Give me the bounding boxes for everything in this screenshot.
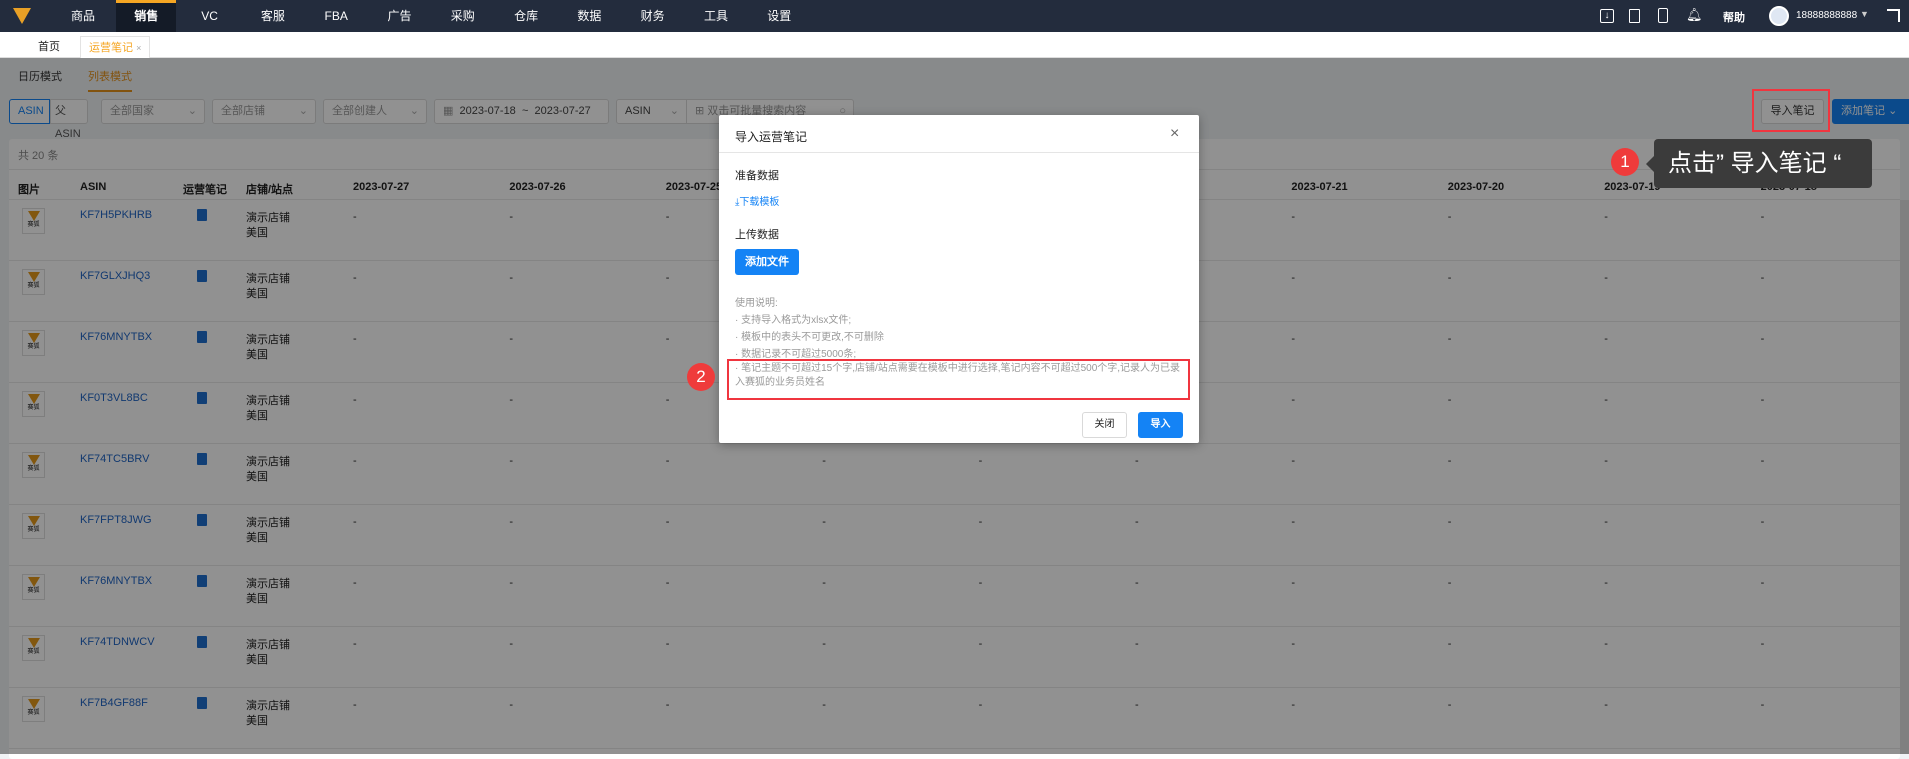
instruction-line: · 支持导入格式为xlsx文件; [735,315,852,326]
upload-data-heading: 上传数据 [735,229,779,241]
page-tabs: 首页 运营笔记 × [0,32,1909,58]
nav-item[interactable]: 商品 [53,0,113,32]
annotation-box-instructions [727,359,1190,400]
tab-operation-notes[interactable]: 运营笔记 × [80,36,151,58]
nav-item[interactable]: 设置 [749,0,809,32]
step-2-badge: 2 [687,363,715,391]
close-icon[interactable]: × [1170,125,1179,143]
prepare-data-heading: 准备数据 [735,170,779,182]
import-button[interactable]: 导入 [1138,412,1183,438]
tab-label: 运营笔记 [89,42,133,54]
instructions-title: 使用说明: [735,298,778,309]
fullscreen-icon[interactable] [1887,9,1900,22]
nav-item[interactable]: 工具 [686,0,746,32]
mobile-icon[interactable] [1658,8,1668,23]
nav-item[interactable]: 采购 [433,0,493,32]
note-add-icon[interactable] [1629,9,1640,23]
help-link[interactable]: 帮助 [1723,9,1745,25]
download-template-link[interactable]: ⤓下载模板 [735,193,779,208]
annotation-box-import [1752,89,1830,132]
nav-item[interactable]: 仓库 [496,0,556,32]
add-file-button[interactable]: 添加文件 [735,249,799,275]
top-navigation: 商品 销售 VC 客服 FBA 广告 采购 仓库 数据 财务 工具 设置 ↓ 🔔︎ 帮助 188888… [0,0,1909,32]
tab-home[interactable]: 首页 [30,36,68,58]
nav-item[interactable]: VC [180,0,240,32]
nav-item[interactable]: FBA [306,0,366,32]
instruction-line: · 模板中的表头不可更改,不可删除 [735,332,884,343]
download-label: 下载模板 [739,197,780,208]
chevron-down-icon[interactable]: ▼ [1860,9,1869,19]
modal-title: 导入运营笔记 [735,130,808,144]
avatar[interactable] [1769,6,1789,26]
bell-icon[interactable]: 🔔︎ [1686,7,1703,23]
nav-item[interactable]: 数据 [559,0,619,32]
step-1-tooltip: 点击” 导入笔记 “ [1646,139,1872,188]
download-icon[interactable]: ↓ [1600,9,1614,23]
instruction-line: · 数据记录不可超过5000条; [735,349,857,360]
nav-item[interactable]: 财务 [623,0,683,32]
logo-icon[interactable] [13,8,31,24]
nav-item[interactable]: 客服 [243,0,303,32]
cancel-button[interactable]: 关闭 [1082,412,1127,438]
modal-divider [719,152,1199,153]
close-icon[interactable]: × [136,43,141,53]
nav-item[interactable]: 广告 [370,0,430,32]
nav-item[interactable]: 销售 [116,0,177,32]
step-1-badge: 1 [1611,148,1639,176]
username[interactable]: 18888888888 [1796,10,1857,21]
